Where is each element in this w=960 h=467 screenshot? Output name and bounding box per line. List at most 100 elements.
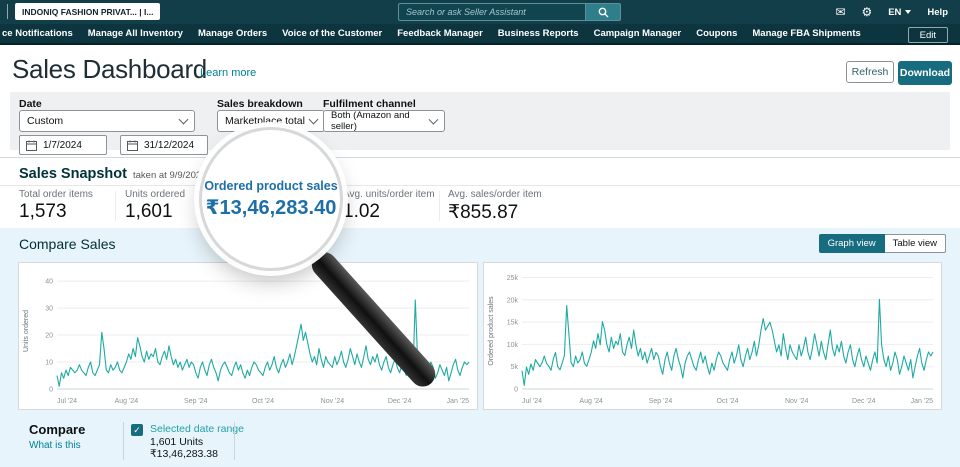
page-title: Sales Dashboard	[12, 54, 207, 85]
legend-sales-value: ₹13,46,283.38	[150, 448, 218, 460]
account-switcher-button[interactable]: INDONIQ FASHION PRIVAT... | I...	[15, 3, 160, 20]
magnifier-metric-value: ₹13,46,283.40	[206, 195, 337, 220]
settings-gear-icon[interactable]: ⚙	[861, 6, 872, 18]
svg-text:5k: 5k	[511, 364, 519, 371]
compare-sales-section: Compare Sales Graph view Table view 0 10 2…	[0, 228, 960, 467]
nav-item-business-reports[interactable]: Business Reports	[498, 28, 579, 39]
legend-units-value: 1,601 Units	[150, 436, 203, 448]
compare-sales-title: Compare Sales	[19, 236, 116, 252]
svg-text:Aug '24: Aug '24	[115, 398, 139, 405]
metric-value: 1.02	[343, 201, 435, 223]
svg-text:Dec '24: Dec '24	[388, 398, 412, 405]
filter-panel: Date Custom 1/7/2024 31/12/2024 Sales br…	[10, 92, 950, 150]
top-header-bar: INDONIQ FASHION PRIVAT... | I... Search …	[0, 0, 960, 24]
magnifier-lens: Ordered product sales ₹13,46,283.40	[199, 127, 343, 271]
sales-breakdown-label: Sales breakdown	[217, 98, 303, 110]
divider	[234, 422, 235, 460]
svg-text:10: 10	[45, 360, 53, 367]
nav-item-manage-fba-shipments[interactable]: Manage FBA Shipments	[752, 28, 860, 39]
units-ordered-chart-svg: 010203040Jul '24Aug '24Sep '24Oct '24Nov…	[19, 263, 477, 409]
svg-text:25k: 25k	[507, 275, 519, 282]
metric-label: Units ordered	[125, 189, 185, 200]
svg-text:Oct '24: Oct '24	[717, 398, 739, 405]
units-ordered-chart[interactable]: 010203040Jul '24Aug '24Sep '24Oct '24Nov…	[18, 262, 478, 410]
svg-text:0: 0	[514, 387, 518, 394]
metric-label: Avg. units/order item	[343, 189, 435, 200]
table-view-button[interactable]: Table view	[885, 234, 946, 253]
svg-text:20: 20	[45, 333, 53, 340]
svg-text:30: 30	[45, 306, 53, 313]
chevron-down-icon	[179, 115, 189, 125]
metric-value: ₹855.87	[448, 201, 542, 224]
svg-text:Nov '24: Nov '24	[785, 398, 809, 405]
svg-text:15k: 15k	[507, 320, 519, 327]
metric-total-order-items: Total order items 1,573	[19, 189, 93, 223]
refresh-button[interactable]: Refresh	[846, 61, 894, 83]
svg-text:20k: 20k	[507, 297, 519, 304]
sales-breakdown-value: Marketplace total	[225, 115, 305, 127]
svg-text:Aug '24: Aug '24	[579, 398, 603, 405]
search-input[interactable]: Search or ask Seller Assistant	[398, 3, 585, 21]
svg-text:Nov '24: Nov '24	[321, 398, 345, 405]
sales-snapshot-section: Sales Snapshot taken at 9/9/2025, 3:00:5…	[0, 157, 960, 227]
ordered-product-sales-chart-svg: 05k10k15k20k25kJul '24Aug '24Sep '24Oct …	[484, 263, 941, 409]
metric-label: Avg. sales/order item	[448, 189, 542, 200]
selected-date-range-checkbox[interactable]: ✓	[131, 424, 143, 436]
header-divider	[7, 4, 8, 19]
language-selector[interactable]: EN	[888, 7, 911, 18]
edit-nav-button[interactable]: Edit	[908, 27, 948, 43]
divider	[0, 185, 960, 186]
fulfilment-channel-select[interactable]: Both (Amazon and seller)	[323, 110, 445, 132]
svg-text:Oct '24: Oct '24	[252, 398, 274, 405]
date-to-value: 31/12/2024	[144, 140, 194, 151]
date-range-value: Custom	[27, 115, 63, 127]
nav-item-coupons[interactable]: Coupons	[696, 28, 737, 39]
date-from-input[interactable]: 1/7/2024	[19, 135, 107, 155]
search-icon	[598, 7, 609, 18]
sales-snapshot-title: Sales Snapshot	[19, 166, 127, 182]
search-button[interactable]	[585, 3, 621, 21]
metric-avg-sales-order-item: Avg. sales/order item ₹855.87	[448, 189, 542, 224]
ordered-product-sales-chart[interactable]: 05k10k15k20k25kJul '24Aug '24Sep '24Oct …	[483, 262, 942, 410]
date-range-select[interactable]: Custom	[19, 110, 195, 132]
svg-text:Jul '24: Jul '24	[522, 398, 542, 405]
metric-label: Total order items	[19, 189, 93, 200]
calendar-icon	[26, 140, 37, 151]
svg-text:Jul '24: Jul '24	[57, 398, 77, 405]
date-to-input[interactable]: 31/12/2024	[120, 135, 208, 155]
language-label: EN	[888, 7, 901, 18]
magnifier-metric-label: Ordered product sales	[204, 179, 337, 193]
legend-label: Selected date range	[150, 423, 244, 435]
download-button[interactable]: Download	[898, 61, 952, 85]
metric-units-ordered: Units ordered 1,601	[125, 189, 185, 223]
nav-item-feedback-manager[interactable]: Feedback Manager	[397, 28, 483, 39]
nav-item-voice-of-customer[interactable]: Voice of the Customer	[282, 28, 382, 39]
nav-item-manage-orders[interactable]: Manage Orders	[198, 28, 267, 39]
seller-search: Search or ask Seller Assistant	[398, 3, 621, 21]
compare-title: Compare	[29, 422, 85, 437]
fulfilment-channel-label: Fulfilment channel	[323, 98, 416, 110]
divider	[123, 422, 124, 460]
metric-avg-units-order-item: Avg. units/order item 1.02	[343, 189, 435, 223]
svg-text:Units ordered: Units ordered	[23, 310, 30, 352]
svg-text:Sep '24: Sep '24	[184, 398, 208, 405]
secondary-nav-bar: ce Notifications Manage All Inventory Ma…	[0, 24, 960, 45]
chevron-down-icon	[905, 10, 911, 14]
date-from-value: 1/7/2024	[43, 140, 82, 151]
nav-item-notifications[interactable]: ce Notifications	[2, 28, 73, 39]
help-link[interactable]: Help	[927, 7, 948, 18]
nav-item-campaign-manager[interactable]: Campaign Manager	[594, 28, 682, 39]
what-is-this-link[interactable]: What is this	[29, 440, 81, 451]
divider	[115, 191, 116, 221]
svg-text:Dec '24: Dec '24	[852, 398, 876, 405]
svg-text:Jan '25: Jan '25	[447, 398, 469, 405]
graph-view-button[interactable]: Graph view	[819, 234, 885, 253]
calendar-icon	[127, 140, 138, 151]
svg-text:Sep '24: Sep '24	[649, 398, 673, 405]
divider	[439, 191, 440, 221]
nav-item-manage-all-inventory[interactable]: Manage All Inventory	[88, 28, 183, 39]
messages-icon[interactable]: ✉	[835, 6, 845, 18]
svg-text:Ordered product sales: Ordered product sales	[488, 296, 495, 366]
learn-more-link[interactable]: Learn more	[200, 67, 256, 79]
metric-value: 1,601	[125, 201, 185, 223]
